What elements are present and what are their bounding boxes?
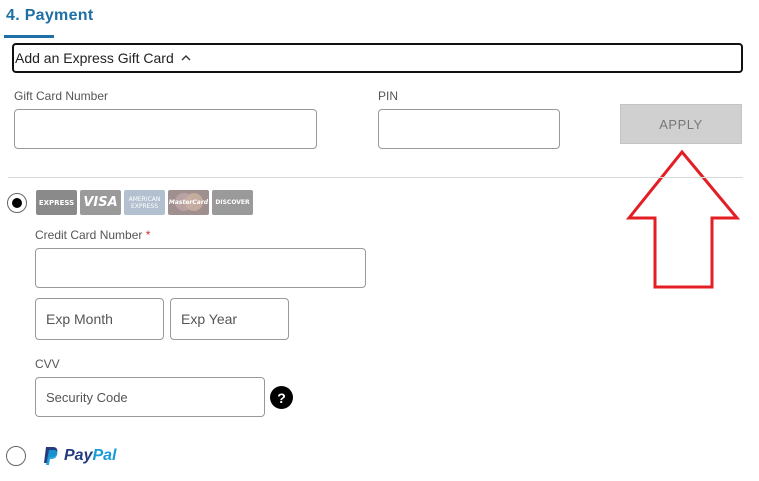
- cvv-label: CVV: [35, 357, 60, 371]
- gift-card-number-label: Gift Card Number: [14, 89, 109, 103]
- cvv-input[interactable]: Security Code: [35, 377, 265, 417]
- paypal-p-icon: [44, 447, 58, 465]
- exp-month-select[interactable]: Exp Month: [35, 298, 164, 340]
- express-gift-card-toggle-label: Add an Express Gift Card: [15, 50, 174, 66]
- pin-label: PIN: [378, 89, 399, 103]
- gift-card-number-input[interactable]: [14, 109, 317, 149]
- credit-card-radio[interactable]: [7, 193, 27, 213]
- paypal-radio[interactable]: [6, 446, 26, 466]
- red-arrow-up-annotation: [625, 149, 741, 289]
- chevron-up-icon: [181, 55, 191, 61]
- paypal-logo: Pay Pal: [42, 446, 116, 466]
- pin-input[interactable]: [378, 109, 560, 149]
- paypal-text-pal: Pal: [92, 447, 117, 464]
- discover-logo: DISCOVER: [212, 190, 253, 215]
- exp-year-placeholder: Exp Year: [181, 311, 238, 327]
- cvv-help-icon[interactable]: ?: [270, 386, 293, 409]
- required-mark: *: [145, 228, 151, 242]
- section-title: 4. Payment: [6, 7, 94, 24]
- discover-logo-text: DISCOVER: [215, 199, 250, 206]
- exp-year-select[interactable]: Exp Year: [170, 298, 289, 340]
- mastercard-logo-text: MasterCard: [168, 199, 209, 206]
- credit-card-number-input[interactable]: [35, 248, 366, 288]
- divider: [8, 177, 743, 178]
- visa-logo-text: VISA: [83, 195, 118, 210]
- cvv-placeholder: Security Code: [46, 389, 128, 405]
- credit-card-number-label-text: Credit Card Number: [35, 228, 143, 242]
- credit-card-number-label: Credit Card Number *: [35, 228, 150, 242]
- amex-logo: AMERICAN EXPRESS: [124, 190, 165, 215]
- mastercard-logo: MasterCard: [168, 190, 209, 215]
- exp-month-placeholder: Exp Month: [46, 311, 113, 327]
- paypal-text-pay: Pay: [64, 447, 93, 464]
- express-card-logo-text: EXPRESS: [38, 198, 75, 207]
- express-card-logo: EXPRESS: [36, 190, 77, 215]
- amex-logo-text: AMERICAN EXPRESS: [128, 195, 161, 210]
- visa-logo: VISA: [80, 190, 121, 215]
- express-gift-card-toggle[interactable]: Add an Express Gift Card: [12, 43, 743, 73]
- section-title-underline: [4, 35, 54, 38]
- apply-button[interactable]: APPLY: [620, 104, 742, 144]
- help-question-mark: ?: [277, 389, 286, 406]
